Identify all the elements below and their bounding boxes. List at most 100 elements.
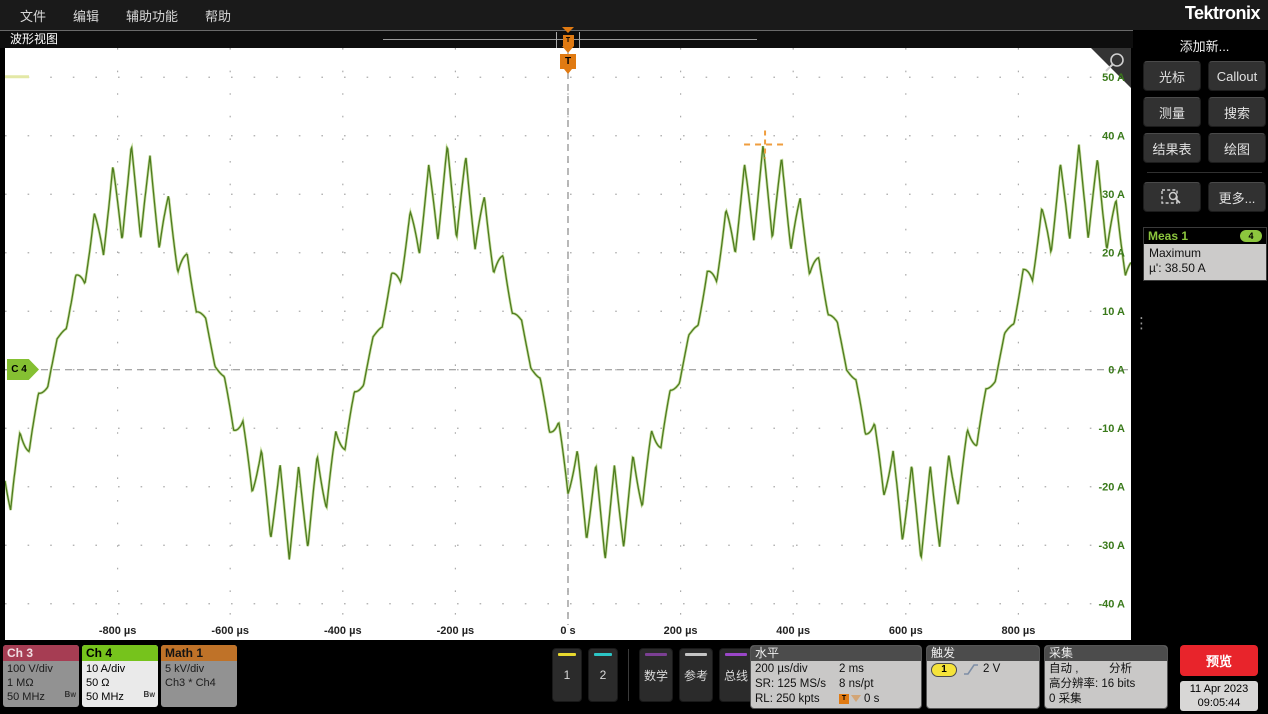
channel3-badge[interactable]: Ch 3 100 V/div 1 MΩ 50 MHz BW (3, 645, 79, 707)
channel1-display-label: 1 (564, 668, 571, 682)
measurement-count-badge: 4 (1240, 230, 1262, 242)
cursor-button[interactable]: 光标 (1143, 61, 1201, 91)
acquisition-title: 采集 (1045, 646, 1167, 661)
x-axis-label: 800 µs (1001, 625, 1035, 637)
settings-bar: Ch 3 100 V/div 1 MΩ 50 MHz BW Ch 4 10 A/… (0, 640, 1268, 714)
trigger-ghost-icon (851, 695, 861, 702)
measurement-value: µ': 38.50 A (1149, 261, 1261, 276)
channel1-color-stripe (558, 653, 576, 656)
channel3-scale: 100 V/div (7, 662, 75, 676)
horizontal-position: 0 s (864, 693, 879, 705)
channel4-name: Ch 4 (82, 645, 158, 661)
trigger-position-flag[interactable]: T (560, 54, 576, 69)
y-axis-label: -10 A (1099, 423, 1126, 435)
bandwidth-limit-icon: BW (144, 688, 155, 703)
ch1-level-tick (5, 75, 29, 78)
trigger-level: 2 V (983, 662, 1000, 677)
channel4-scale: 10 A/div (86, 662, 154, 676)
trigger-source-pill: 1 (931, 663, 957, 677)
math1-badge[interactable]: Math 1 5 kV/div Ch3 * Ch4 (161, 645, 237, 707)
horizontal-scale: 200 µs/div (755, 662, 839, 677)
reference-color-stripe (685, 653, 707, 656)
x-axis-label: -400 µs (324, 625, 362, 637)
plot-button[interactable]: 绘图 (1208, 133, 1266, 163)
horizontal-window: 2 ms (839, 662, 864, 677)
display-buttons-separator (628, 649, 629, 701)
y-axis-label: -30 A (1099, 540, 1126, 552)
math1-name: Math 1 (161, 645, 237, 661)
menu-help[interactable]: 帮助 (205, 6, 231, 25)
x-axis-label: 0 s (560, 625, 575, 637)
x-axis-label: -600 µs (211, 625, 249, 637)
search-button[interactable]: 搜索 (1208, 97, 1266, 127)
y-axis-label: 0 A (1108, 365, 1125, 377)
date: 11 Apr 2023 (1180, 682, 1258, 696)
callout-button[interactable]: Callout (1208, 61, 1266, 91)
bus-display-label: 总线 (724, 667, 748, 684)
trigger-badge[interactable]: 触发 1 2 V (926, 645, 1040, 709)
horizontal-record-length: RL: 250 kpts (755, 692, 839, 707)
menu-edit[interactable]: 编辑 (73, 6, 99, 25)
math-display-label: 数学 (644, 667, 668, 684)
reference-display-label: 参考 (684, 667, 708, 684)
measure-button[interactable]: 测量 (1143, 97, 1201, 127)
x-axis-label: 200 µs (664, 625, 698, 637)
x-axis-label: -800 µs (99, 625, 137, 637)
horizontal-resolution: 8 ns/pt (839, 677, 874, 692)
zoom-select-icon (1161, 188, 1183, 206)
bandwidth-limit-icon: BW (65, 688, 76, 703)
splitter-handle-icon[interactable]: ⋮ (1134, 320, 1149, 327)
pan-trigger-icon[interactable]: T (563, 35, 574, 46)
graticule[interactable]: -800 µs -600 µs -400 µs -200 µs 0 s 200 µs 400… (5, 48, 1131, 640)
math1-scale: 5 kV/div (165, 662, 233, 676)
more-button[interactable]: 更多... (1208, 182, 1266, 212)
zoom-select-button[interactable] (1143, 182, 1201, 212)
channel4-badge[interactable]: Ch 4 10 A/div 50 Ω 50 MHz BW (82, 645, 158, 707)
acquisition-analyze-tab[interactable]: 分析 (1109, 662, 1132, 677)
preview-button[interactable]: 预览 (1180, 645, 1258, 676)
menu-bar: 文件 编辑 辅助功能 帮助 Tektronix (0, 0, 1268, 30)
y-axis-label: 40 A (1102, 131, 1125, 143)
acquisition-mode: 自动 , (1049, 662, 1109, 677)
y-axis-label: 10 A (1102, 306, 1125, 318)
reference-display-button[interactable]: 参考 (679, 648, 713, 702)
channel2-color-stripe (594, 653, 612, 656)
y-axis-label: 30 A (1102, 189, 1125, 201)
add-new-label: 添加新... (1143, 36, 1266, 55)
menu-file[interactable]: 文件 (20, 6, 46, 25)
math-display-button[interactable]: 数学 (639, 648, 673, 702)
x-axis-label: 400 µs (776, 625, 810, 637)
trigger-arrow-icon (562, 46, 574, 53)
right-sidebar: 添加新... 光标 Callout 测量 搜索 结果表 绘图 更多... (1141, 30, 1268, 640)
channel3-name: Ch 3 (3, 645, 79, 661)
measurement-badge[interactable]: Meas 1 4 Maximum µ': 38.50 A (1143, 227, 1267, 281)
y-axis-label: -40 A (1099, 599, 1126, 611)
channel1-display-button[interactable]: 1 (552, 648, 582, 702)
x-axis-label: -200 µs (437, 625, 475, 637)
datetime-display: 11 Apr 2023 09:05:44 (1180, 681, 1258, 711)
time: 09:05:44 (1180, 696, 1258, 710)
bus-display-button[interactable]: 总线 (719, 648, 753, 702)
oscilloscope-app: 文件 编辑 辅助功能 帮助 Tektronix 波形视图 T -800 µs -6… (0, 0, 1268, 714)
horizontal-badge[interactable]: 水平 200 µs/div 2 ms SR: 125 MS/s 8 ns/pt … (750, 645, 922, 709)
measurement-name: Meas 1 (1148, 229, 1188, 243)
results-table-button[interactable]: 结果表 (1143, 133, 1201, 163)
bus-color-stripe (725, 653, 747, 656)
scope-plot: -800 µs -600 µs -400 µs -200 µs 0 s 200 µs 400… (5, 48, 1131, 640)
acquisition-resolution: 高分辨率: 16 bits (1049, 677, 1163, 692)
y-axis-label: 20 A (1102, 248, 1125, 260)
acquisition-count: 0 采集 (1049, 692, 1163, 707)
channel2-display-label: 2 (600, 668, 607, 682)
channel2-display-button[interactable]: 2 (588, 648, 618, 702)
trigger-title: 触发 (927, 646, 1039, 661)
waveform-view-title: 波形视图 (10, 32, 58, 46)
sidebar-separator (1147, 172, 1262, 173)
rising-edge-icon (963, 663, 979, 676)
acquisition-badge[interactable]: 采集 自动 , 分析 高分辨率: 16 bits 0 采集 (1044, 645, 1168, 709)
waveform-view: 波形视图 T -800 µs -600 µs -400 µs -200 µs 0 s 20… (0, 30, 1133, 640)
measurement-type: Maximum (1149, 246, 1261, 261)
panel-splitter[interactable]: ⋮ (1133, 30, 1141, 640)
x-axis-label: 600 µs (889, 625, 923, 637)
math-color-stripe (645, 653, 667, 656)
menu-utility[interactable]: 辅助功能 (126, 6, 178, 25)
